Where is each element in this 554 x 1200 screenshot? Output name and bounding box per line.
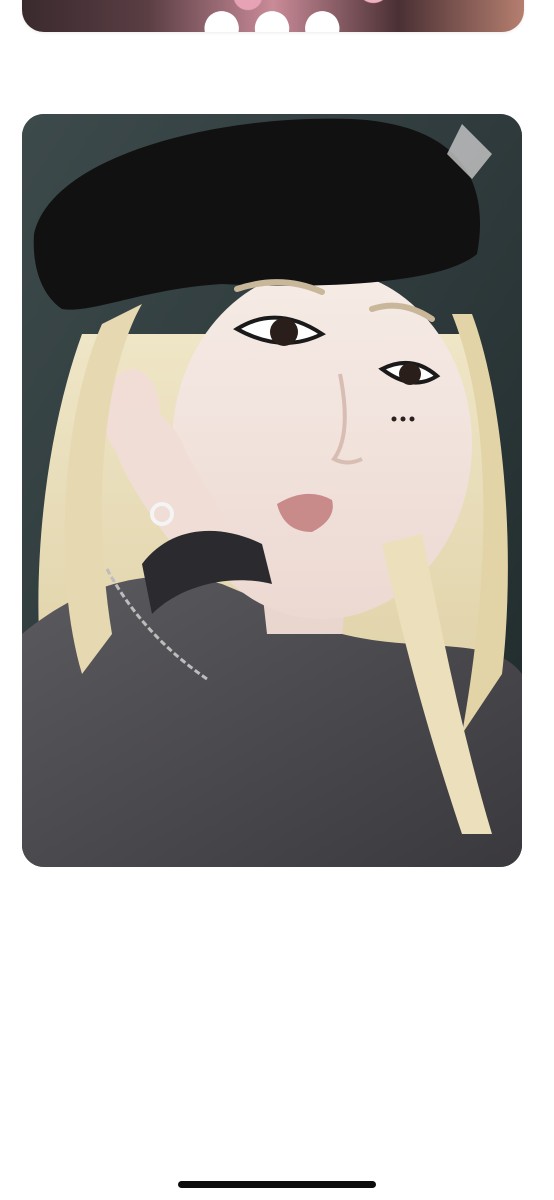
photo-card-image [22,114,522,867]
photo-card-previous[interactable]: ●●● [22,0,524,32]
card-value-label-previous: ●●● [22,0,524,32]
photo-card[interactable]: 350 [22,114,522,867]
home-indicator-bar[interactable] [178,1181,376,1188]
